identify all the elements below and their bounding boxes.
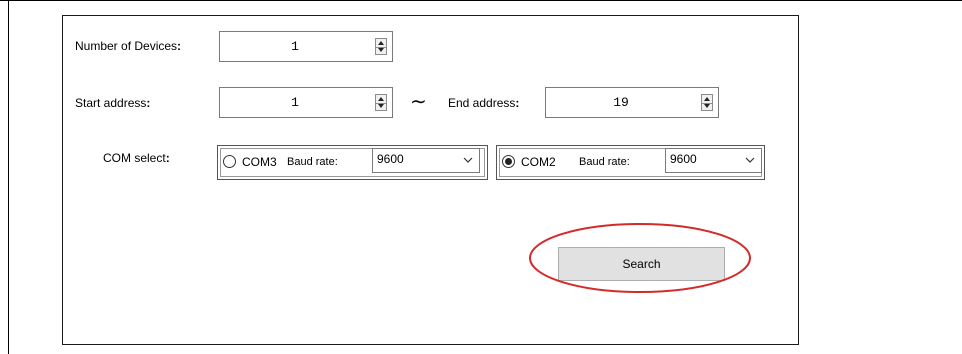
devices-decrement-icon[interactable] [376,46,386,54]
start-address-label: Start address: [75,96,150,110]
end-address-label: End address: [448,96,519,110]
end-address-value: 19 [613,95,629,110]
devices-label-text: Number of Devices [75,39,178,53]
end-address-decrement-icon[interactable] [702,102,712,110]
start-address-spin-arrows[interactable] [375,94,387,111]
start-address-label-text: Start address [75,96,147,110]
end-address-label-colon: : [515,96,520,110]
start-address-stepper[interactable]: 1 [219,87,393,118]
highlight-ellipse [529,223,751,293]
com2-label[interactable]: COM2 [521,155,556,169]
com2-baud-label: Baud rate: [579,156,630,168]
com3-baud-label: Baud rate: [287,156,338,168]
com3-radio[interactable] [223,155,236,168]
devices-label-colon: : [177,39,182,53]
com2-radio-selected-dot [505,158,512,165]
com3-label[interactable]: COM3 [242,155,277,169]
devices-stepper[interactable]: 1 [219,31,393,62]
devices-label: Number of Devices: [75,39,181,53]
devices-value: 1 [291,39,299,54]
frame-top-border [0,0,962,1]
com-select-label-colon: : [165,151,170,165]
com2-radio[interactable] [502,155,515,168]
com3-baud-value: 9600 [377,152,404,166]
com3-baud-select[interactable]: 9600 [372,148,480,173]
com2-group: COM2 Baud rate: 9600 [496,145,765,180]
com-select-label-text: COM select [103,151,166,165]
com-select-label: COM select: [103,151,170,165]
com2-baud-select[interactable]: 9600 [665,148,762,173]
range-tilde-icon: ∼ [410,91,427,113]
com2-baud-value: 9600 [670,152,697,166]
chevron-down-icon [463,157,473,163]
end-address-label-text: End address [448,96,516,110]
com3-group: COM3 Baud rate: 9600 [217,145,488,180]
start-address-label-colon: : [146,96,151,110]
end-address-spin-arrows[interactable] [701,94,713,111]
start-address-value: 1 [291,95,299,110]
start-address-decrement-icon[interactable] [376,102,386,110]
devices-spin-arrows[interactable] [375,38,387,55]
frame-left-border [8,0,9,354]
chevron-down-icon [745,157,755,163]
end-address-stepper[interactable]: 19 [545,87,719,118]
